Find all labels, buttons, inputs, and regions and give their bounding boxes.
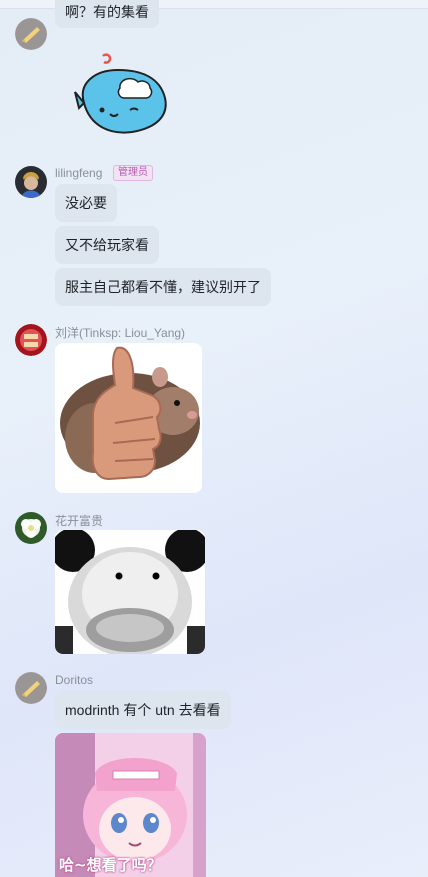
message-bubble[interactable]: modrinth 有个 utn 去看看 <box>55 691 231 729</box>
anime-girl-sticker[interactable]: 哈~想看了吗？ <box>55 733 206 877</box>
avatar-huakaifugui[interactable] <box>15 512 47 544</box>
doritos-avatar-icon[interactable] <box>15 672 47 704</box>
message-bubble[interactable]: 服主自己都看不懂，建议别开了 <box>55 268 271 306</box>
admin-badge: 管理员 <box>113 165 153 181</box>
doritos-avatar-icon[interactable] <box>15 18 47 50</box>
avatar-liuyang[interactable] <box>15 324 47 356</box>
sender-name: 花开富贵 <box>55 514 104 528</box>
sender-name: 刘洋(Tinksp: Liou_Yang) <box>55 326 186 340</box>
sticker-caption: 哈~想看了吗？ <box>59 856 162 874</box>
rat-thumbs-up-sticker[interactable] <box>55 343 202 493</box>
message-bubble-partial[interactable]: 啊？有的集看 <box>55 0 159 28</box>
sender-name: Doritos <box>55 673 94 687</box>
avatar-lilingfeng[interactable] <box>15 166 47 198</box>
whale-sticker-icon[interactable] <box>70 48 170 138</box>
blurry-panda-face-sticker[interactable] <box>55 530 205 654</box>
message-bubble[interactable]: 又不给玩家看 <box>55 226 159 264</box>
message-bubble[interactable]: 没必要 <box>55 184 117 222</box>
sender-name: lilingfeng <box>55 166 103 180</box>
